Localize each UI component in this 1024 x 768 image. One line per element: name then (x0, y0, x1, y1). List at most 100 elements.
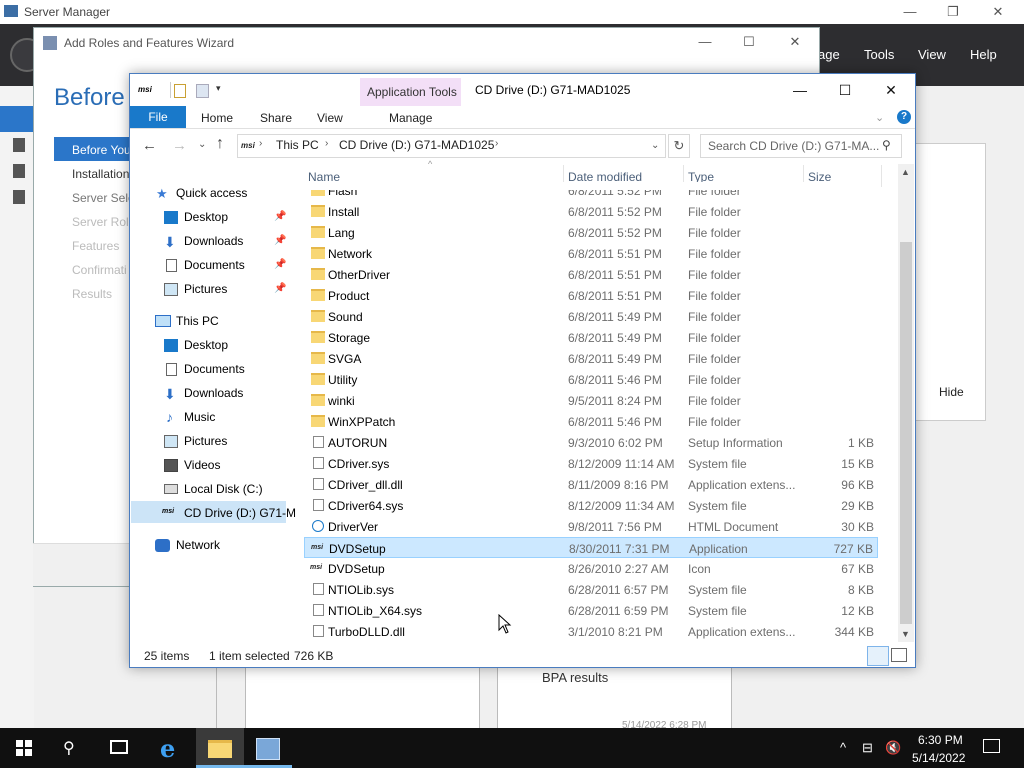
expand-ribbon-icon[interactable]: ⌄ (875, 111, 884, 124)
table-row[interactable]: Install 6/8/2011 5:52 PM File folder (304, 201, 878, 222)
table-row[interactable]: SVGA 6/8/2011 5:49 PM File folder (304, 348, 878, 369)
nav-pc-downloads[interactable]: Downloads (184, 386, 243, 400)
breadcrumb-chevron-icon[interactable]: › (259, 138, 262, 149)
search-icon[interactable]: ⚲ (63, 738, 75, 758)
minimize-button[interactable]: — (890, 2, 930, 22)
table-row[interactable]: DriverVer 9/8/2011 7:56 PM HTML Document 30… (304, 516, 878, 537)
recent-locations-icon[interactable]: ⌄ (198, 139, 206, 150)
table-row[interactable]: msi DVDSetup 8/26/2010 2:27 AM Icon 67 KB (304, 558, 878, 579)
file-services-icon[interactable] (13, 190, 25, 204)
breadcrumb-chevron-icon[interactable]: › (495, 138, 498, 149)
volume-muted-icon[interactable]: 🔇 (885, 740, 901, 756)
hide-link[interactable]: Hide (939, 385, 964, 399)
tab-home[interactable]: Home (201, 111, 233, 125)
dashboard-icon[interactable] (0, 106, 34, 132)
nav-this-pc[interactable]: This PC (176, 314, 219, 328)
bpa-results-label[interactable]: BPA results (542, 670, 608, 685)
explorer-close-button[interactable]: ✕ (871, 80, 911, 100)
table-row[interactable]: WinXPPatch 6/8/2011 5:46 PM File folder (304, 411, 878, 432)
file-explorer-icon[interactable] (208, 740, 232, 758)
nav-pc-local-disk[interactable]: Local Disk (C:) (184, 482, 263, 496)
clock-date[interactable]: 5/14/2022 (912, 751, 965, 765)
explorer-minimize-button[interactable]: — (780, 80, 820, 100)
nav-pc-desktop[interactable]: Desktop (184, 338, 228, 352)
nav-pc-music[interactable]: Music (184, 410, 215, 424)
pin-icon[interactable]: 📌 (274, 283, 286, 294)
explorer-maximize-button[interactable]: ☐ (825, 80, 865, 100)
all-servers-icon[interactable] (13, 164, 25, 178)
task-view-icon[interactable] (110, 740, 128, 754)
nav-network[interactable]: Network (176, 538, 220, 552)
network-tray-icon[interactable]: ⊟ (862, 740, 873, 756)
table-row[interactable]: CDriver.sys 8/12/2009 11:14 AM System file… (304, 453, 878, 474)
new-folder-icon[interactable] (196, 84, 209, 98)
pin-icon[interactable]: 📌 (274, 259, 286, 270)
table-row[interactable]: NTIOLib_X64.sys 6/28/2011 6:59 PM System f… (304, 600, 878, 621)
address-dropdown-icon[interactable]: ⌄ (651, 140, 659, 151)
table-row[interactable]: OtherDriver 6/8/2011 5:51 PM File folder (304, 264, 878, 285)
table-row[interactable]: TurboDLLD.dll 3/1/2010 8:21 PM Application… (304, 621, 878, 642)
help-icon[interactable]: ? (897, 110, 911, 124)
table-row[interactable]: NTIOLib.sys 6/28/2011 6:57 PM System file 8… (304, 579, 878, 600)
forward-arrow-icon[interactable]: → (172, 137, 187, 154)
column-divider[interactable] (881, 165, 882, 187)
tab-file[interactable]: File (130, 106, 186, 128)
table-row[interactable]: AUTORUN 9/3/2010 6:02 PM Setup Information… (304, 432, 878, 453)
nav-quick-downloads[interactable]: Downloads (184, 234, 243, 248)
scrollbar-thumb[interactable] (900, 242, 912, 624)
up-arrow-icon[interactable]: ↑ (216, 135, 224, 153)
scroll-up-icon[interactable]: ▲ (901, 167, 910, 177)
nav-pc-cd-drive[interactable]: CD Drive (D:) G71-M (184, 506, 296, 520)
table-row[interactable]: CDriver_dll.dll 8/11/2009 8:16 PM Applicat… (304, 474, 878, 495)
table-row[interactable]: Utility 6/8/2011 5:46 PM File folder (304, 369, 878, 390)
tab-manage[interactable]: Manage (389, 111, 432, 125)
table-row[interactable]: Network 6/8/2011 5:51 PM File folder (304, 243, 878, 264)
scroll-down-icon[interactable]: ▼ (901, 629, 910, 639)
wizard-minimize-button[interactable]: — (685, 32, 725, 52)
table-row[interactable]: msi DVDSetup 8/30/2011 7:31 PM Application 7… (304, 537, 878, 558)
tab-share[interactable]: Share (260, 111, 292, 125)
breadcrumb-this-pc[interactable]: This PC (276, 138, 319, 152)
menu-manage[interactable]: age (818, 47, 840, 62)
search-icon[interactable]: ⚲ (882, 138, 891, 152)
maximize-button[interactable]: ❐ (933, 2, 973, 22)
close-button[interactable]: ✕ (978, 2, 1018, 22)
nav-pc-documents[interactable]: Documents (184, 362, 245, 376)
action-center-icon[interactable] (983, 739, 1000, 753)
breadcrumb-cd-drive[interactable]: CD Drive (D:) G71-MAD1025 (339, 138, 494, 152)
table-row[interactable]: Sound 6/8/2011 5:49 PM File folder (304, 306, 878, 327)
clock-time[interactable]: 6:30 PM (918, 733, 963, 747)
refresh-icon[interactable]: ↻ (668, 134, 690, 158)
nav-quick-pictures[interactable]: Pictures (184, 282, 227, 296)
pin-icon[interactable]: 📌 (274, 211, 286, 222)
tab-view[interactable]: View (317, 111, 343, 125)
internet-explorer-icon[interactable]: e (160, 734, 175, 763)
table-row[interactable]: winki 9/5/2011 8:24 PM File folder (304, 390, 878, 411)
properties-icon[interactable] (174, 84, 186, 98)
nav-quick-access[interactable]: Quick access (176, 186, 247, 200)
server-manager-taskbar-icon[interactable] (256, 738, 280, 760)
back-arrow-icon[interactable]: ← (142, 137, 157, 154)
table-row[interactable]: Lang 6/8/2011 5:52 PM File folder (304, 222, 878, 243)
table-row[interactable]: Storage 6/8/2011 5:49 PM File folder (304, 327, 878, 348)
wizard-nav-before-you[interactable]: Before You (72, 143, 131, 157)
table-row[interactable]: Product 6/8/2011 5:51 PM File folder (304, 285, 878, 306)
wizard-nav-installation[interactable]: Installation (72, 167, 129, 181)
tray-chevron-icon[interactable]: ^ (840, 740, 846, 755)
details-view-icon[interactable] (867, 646, 889, 666)
menu-view[interactable]: View (918, 47, 946, 62)
nav-pc-pictures[interactable]: Pictures (184, 434, 227, 448)
customize-toolbar-icon[interactable]: ▾ (216, 83, 221, 94)
wizard-close-button[interactable]: ✕ (775, 32, 815, 52)
start-windows-icon[interactable] (16, 740, 32, 756)
nav-pc-videos[interactable]: Videos (184, 458, 220, 472)
wizard-maximize-button[interactable]: ☐ (729, 32, 769, 52)
menu-help[interactable]: Help (970, 47, 997, 62)
nav-quick-desktop[interactable]: Desktop (184, 210, 228, 224)
pin-icon[interactable]: 📌 (274, 235, 286, 246)
breadcrumb-chevron-icon[interactable]: › (325, 138, 328, 149)
menu-tools[interactable]: Tools (864, 47, 894, 62)
table-row[interactable]: CDriver64.sys 8/12/2009 11:34 AM System fi… (304, 495, 878, 516)
local-server-icon[interactable] (13, 138, 25, 152)
wizard-nav-server-selection[interactable]: Server Sele (72, 191, 135, 205)
